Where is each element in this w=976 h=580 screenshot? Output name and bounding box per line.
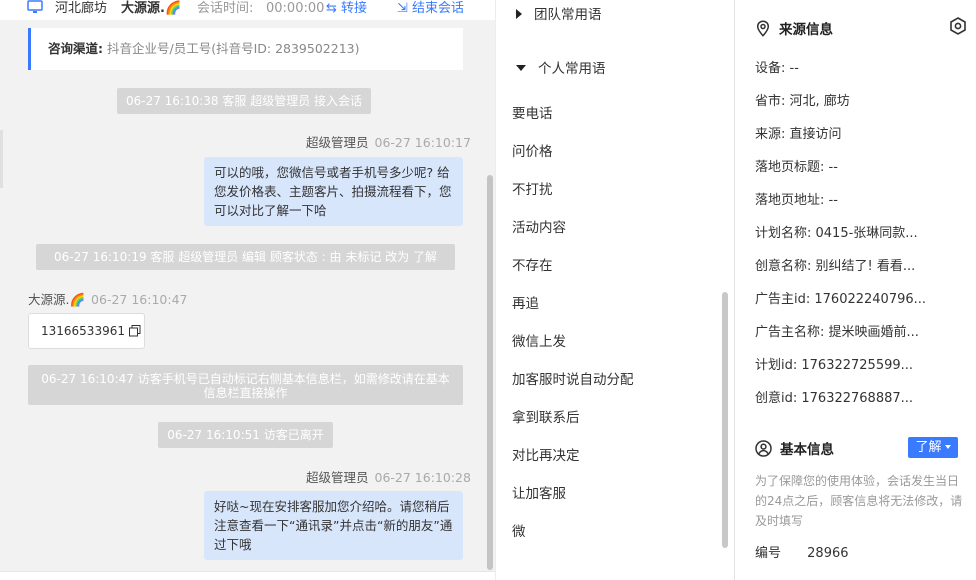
- phrases-panel: 团队常用语 个人常用语 要电话 问价格 不打扰 活动内容 不存在 再追 微信上发…: [495, 0, 735, 580]
- agent-name: 超级管理员: [306, 135, 369, 150]
- system-message: 06-27 16:10:51 访客已离开: [158, 422, 333, 448]
- phrase-item[interactable]: 不存在: [512, 254, 712, 274]
- customer-id-row: 编号 28966: [755, 542, 849, 561]
- end-session-label: 结束会话: [412, 1, 465, 16]
- creative-id: 创意id: 176322768887...: [755, 391, 914, 406]
- phrase-item[interactable]: 拿到联系后: [512, 406, 712, 426]
- advertiser-id: 广告主id: 176022240796...: [755, 292, 927, 307]
- agent-sender: 超级管理员 06-27 16:10:28: [306, 467, 471, 486]
- customer-id-label: 编号: [755, 546, 782, 561]
- duration-value: 00:00:00: [266, 1, 325, 16]
- personal-phrases-group[interactable]: 个人常用语: [516, 57, 606, 77]
- source-section-title: 来源信息: [755, 18, 833, 41]
- phrase-item[interactable]: 活动内容: [512, 216, 712, 236]
- status-dropdown-label: 了解: [915, 440, 942, 455]
- agent-name: 超级管理员: [306, 470, 369, 485]
- team-phrases-group[interactable]: 团队常用语: [516, 3, 602, 23]
- phrase-scrollbar[interactable]: [722, 292, 728, 548]
- monitor-icon: [27, 0, 43, 20]
- agent-message-bubble: 可以的哦，您微信号或者手机号多少呢? 给您发价格表、主题客片、拍摄流程看下，您可…: [204, 157, 463, 226]
- chat-header: 河北廊坊 大源源.🌈 会话时间: 00:00:00 ⇆ 转接 ⇲ 结束会话: [0, 0, 495, 20]
- transfer-button[interactable]: ⇆ 转接: [326, 0, 367, 18]
- source-region: 省市: 河北, 廊坊: [755, 94, 850, 109]
- landing-page-url: 落地页地址: --: [755, 193, 838, 208]
- phrase-item[interactable]: 再追: [512, 292, 712, 312]
- source-origin: 来源: 直接访问: [755, 127, 842, 142]
- duration-label: 会话时间:: [197, 1, 254, 16]
- message-time: 06-27 16:10:17: [374, 135, 471, 150]
- visitor-message-bubble: 13166533961: [28, 313, 145, 349]
- advertiser-name: 广告主名称: 提米映画婚前...: [755, 325, 919, 340]
- phrase-item[interactable]: 对比再决定: [512, 444, 712, 464]
- visitor-phone: 13166533961: [41, 324, 125, 338]
- chat-input-toolbar: [0, 571, 495, 580]
- transfer-label: 转接: [341, 1, 368, 16]
- phrase-item[interactable]: 微: [512, 520, 712, 540]
- phrase-item[interactable]: 要电话: [512, 102, 712, 122]
- team-phrases-label: 团队常用语: [534, 7, 602, 23]
- system-message: 06-27 16:10:38 客服 超级管理员 接入会话: [117, 88, 371, 114]
- visitor-name: 大源源.🌈: [28, 292, 86, 307]
- customer-name: 大源源.🌈: [121, 1, 182, 16]
- system-message: 06-27 16:10:19 客服 超级管理员 编辑 顾客状态 : 由 未标记 …: [36, 244, 455, 270]
- phrase-item[interactable]: 问价格: [512, 140, 712, 160]
- chat-panel: 河北廊坊 大源源.🌈 会话时间: 00:00:00 ⇆ 转接 ⇲ 结束会话 咨询…: [0, 0, 495, 580]
- creative-name: 创意名称: 别纠结了! 看看...: [755, 259, 916, 274]
- copy-icon[interactable]: [128, 316, 141, 350]
- phrase-item[interactable]: 让加客服: [512, 482, 712, 502]
- chat-left-edge: [0, 130, 3, 188]
- channel-info: 咨询渠道: 抖音企业号/员工号(抖音号ID: 2839502213): [28, 28, 463, 70]
- message-time: 06-27 16:10:28: [374, 470, 471, 485]
- landing-page-title: 落地页标题: --: [755, 160, 838, 175]
- source-device: 设备: --: [755, 61, 799, 76]
- plan-name: 计划名称: 0415-张琳同款...: [755, 226, 918, 241]
- settings-icon[interactable]: [949, 17, 967, 39]
- status-dropdown[interactable]: 了解: [908, 437, 958, 458]
- customer-id-value: 28966: [807, 546, 849, 561]
- channel-label: 咨询渠道:: [48, 41, 103, 56]
- source-title-label: 来源信息: [779, 22, 833, 38]
- agent-sender: 超级管理员 06-27 16:10:17: [306, 132, 471, 151]
- edit-notice: 为了保障您的使用体验，会话发生当日的24点之后，顾客信息将无法修改，请及时填写: [755, 474, 963, 528]
- user-circle-icon: [755, 440, 772, 461]
- phrase-item[interactable]: 加客服时说自动分配: [512, 368, 712, 388]
- basic-section-title: 基本信息: [755, 438, 834, 461]
- system-message: 06-27 16:10:47 访客手机号已自动标记右侧基本信息栏，如需修改请在基…: [28, 365, 463, 405]
- phrase-item[interactable]: 不打扰: [512, 178, 712, 198]
- caret-down-icon: [516, 65, 526, 71]
- caret-right-icon: [516, 9, 522, 19]
- visitor-sender: 大源源.🌈 06-27 16:10:47: [28, 289, 187, 308]
- chevron-down-icon: [944, 445, 951, 449]
- info-panel: 来源信息 设备: -- 省市: 河北, 廊坊 来源: 直接访问 落地页标题: -…: [735, 0, 976, 580]
- exit-icon: ⇲: [397, 1, 408, 16]
- phrase-item[interactable]: 微信上发: [512, 330, 712, 350]
- channel-value: 抖音企业号/员工号(抖音号ID: 2839502213): [106, 41, 360, 56]
- basic-title-label: 基本信息: [780, 442, 834, 458]
- transfer-icon: ⇆: [326, 1, 337, 16]
- message-time: 06-27 16:10:47: [91, 292, 188, 307]
- location-pin-icon: [755, 20, 771, 41]
- agent-message-bubble: 好哒~现在安排客服加您介绍哈。请您稍后注意查看一下“通讯录”并点击“新的朋友”通…: [204, 491, 463, 560]
- end-session-button[interactable]: ⇲ 结束会话: [397, 0, 464, 18]
- customer-location: 河北廊坊: [55, 1, 108, 16]
- personal-phrases-label: 个人常用语: [538, 61, 606, 77]
- chat-scrollbar[interactable]: [487, 175, 493, 570]
- plan-id: 计划id: 176322725599...: [755, 358, 914, 373]
